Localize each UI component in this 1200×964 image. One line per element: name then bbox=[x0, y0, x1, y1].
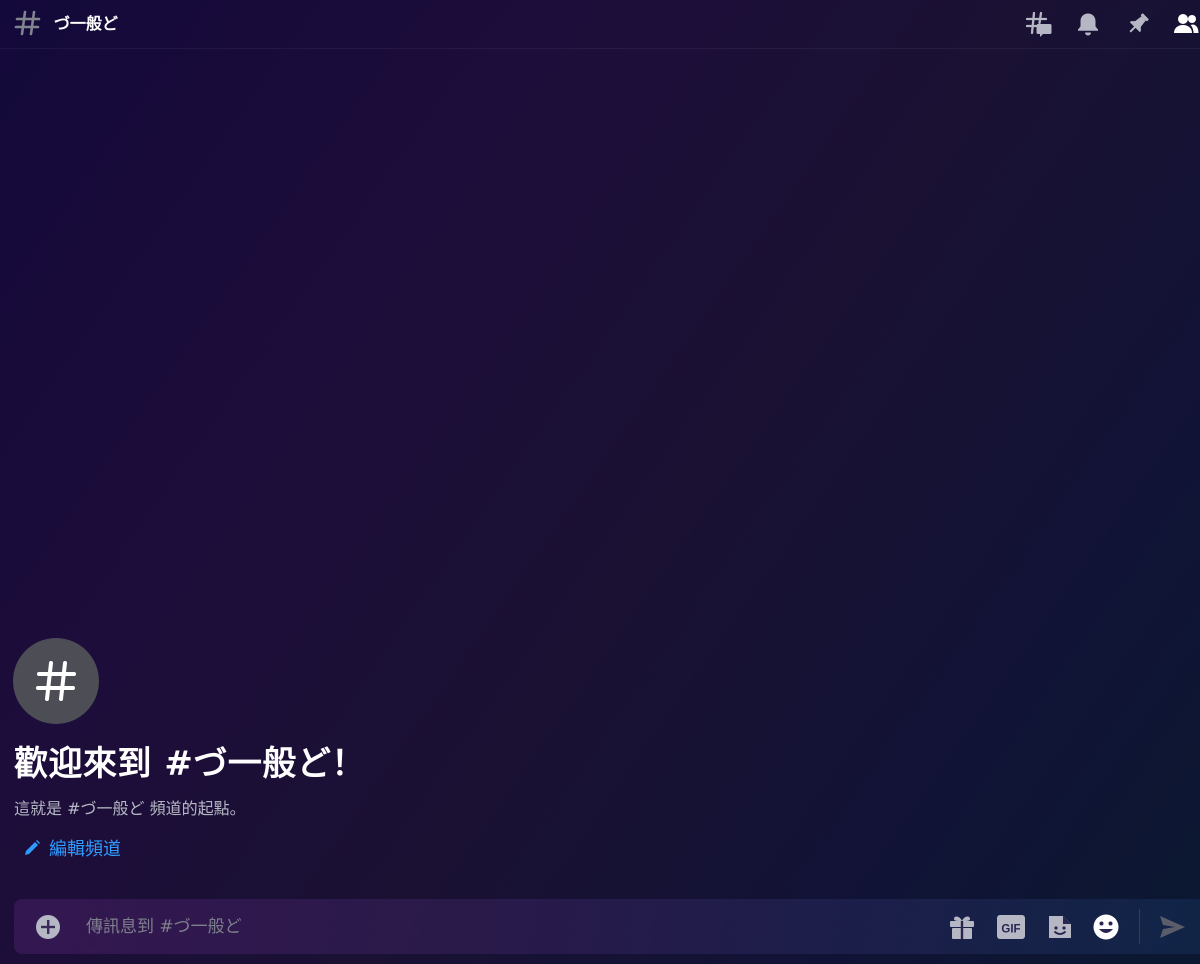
channel-header: づ一般ど bbox=[0, 0, 1200, 49]
plus-circle-icon[interactable] bbox=[34, 913, 62, 941]
hash-icon bbox=[14, 10, 41, 36]
gift-icon[interactable] bbox=[947, 912, 977, 942]
channel-title: づ一般ど bbox=[54, 14, 119, 33]
svg-text:GIF: GIF bbox=[1001, 924, 1020, 936]
composer-divider bbox=[1139, 909, 1140, 944]
welcome-title: 歡迎來到 #づ一般ど！ bbox=[14, 744, 366, 784]
welcome-subtitle: 這就是 #づ一般ど 頻道的起點。 bbox=[14, 799, 246, 818]
channel-welcome: 歡迎來到 #づ一般ど！ 這就是 #づ一般ど 頻道的起點。 編輯頻道 bbox=[13, 638, 365, 860]
send-icon[interactable] bbox=[1157, 912, 1187, 942]
emoji-icon[interactable] bbox=[1091, 912, 1121, 942]
bell-icon[interactable] bbox=[1075, 11, 1101, 37]
edit-channel-link[interactable]: 編輯頻道 bbox=[23, 835, 121, 861]
threads-icon[interactable] bbox=[1026, 11, 1052, 37]
message-composer: GIF bbox=[14, 899, 1200, 954]
members-icon[interactable] bbox=[1173, 11, 1199, 37]
gif-icon[interactable]: GIF bbox=[996, 912, 1026, 942]
message-input[interactable] bbox=[84, 911, 928, 943]
channel-avatar bbox=[13, 638, 99, 724]
pin-icon[interactable] bbox=[1125, 11, 1151, 37]
hash-icon bbox=[36, 661, 76, 701]
pencil-icon bbox=[25, 840, 40, 855]
sticker-icon[interactable] bbox=[1045, 912, 1075, 942]
edit-channel-label: 編輯頻道 bbox=[49, 839, 121, 860]
